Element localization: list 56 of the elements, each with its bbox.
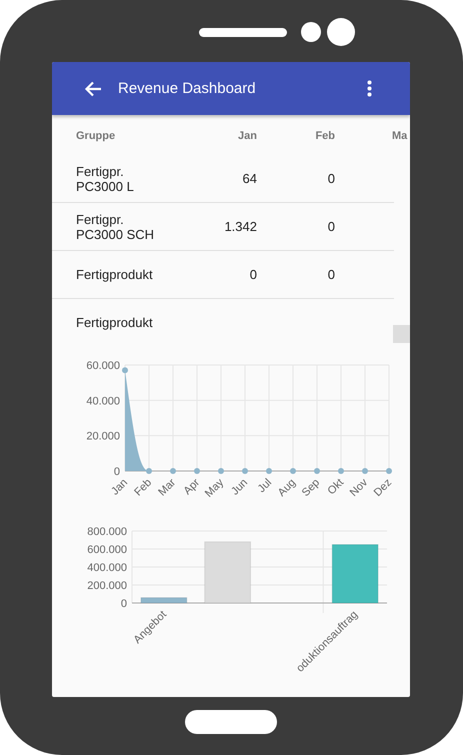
table-cell-text: 0: [326, 219, 335, 234]
data-point: [194, 468, 200, 474]
data-point: [146, 468, 152, 474]
data-point: [170, 468, 176, 474]
data-point: [314, 468, 320, 474]
home-button[interactable]: [185, 710, 277, 734]
back-button[interactable]: [84, 80, 102, 96]
axis-tick-label: 60.000: [86, 360, 120, 372]
table-cell-text: Fertigpr. PC3000 L: [76, 164, 135, 194]
data-point: [242, 468, 248, 474]
table-cell-text: Fertigprodukt: [76, 315, 154, 330]
axis-tick-label: Jul: [256, 476, 274, 496]
column-header: Gruppe: [76, 130, 116, 144]
axis-tick-label: 0: [120, 598, 127, 610]
data-point: [386, 468, 392, 474]
column-header: Jan: [237, 130, 257, 144]
table-cell-text: 64: [242, 171, 257, 186]
column-header: Ma: [392, 130, 408, 144]
axis-tick-label: 800.000: [87, 526, 127, 538]
axis-tick-label: 600.000: [87, 544, 127, 556]
bar: [332, 544, 379, 604]
axis-tick-label: 0: [114, 466, 120, 478]
table-cell-text: Fertigprodukt: [76, 267, 154, 282]
axis-tick-label: 400.000: [87, 562, 127, 574]
bar: [140, 597, 188, 604]
axis-tick-label: Mar: [156, 476, 178, 499]
data-point: [218, 468, 224, 474]
data-point: [338, 468, 344, 474]
table-cell-text: 0: [326, 267, 335, 282]
axis-tick-label: 20.000: [86, 430, 120, 443]
table-cell-text: Fertigpr. PC3000 SCH: [76, 212, 156, 242]
axis-tick-label: Jun: [229, 476, 250, 498]
axis-tick-label: Jan: [109, 476, 130, 498]
scrollbar-thumb[interactable]: [393, 325, 410, 343]
axis-tick-label: Feb: [132, 476, 154, 499]
axis-tick-label: Dez: [372, 476, 394, 499]
app-title: Revenue Dashboard: [118, 80, 257, 97]
axis-tick-label: Nov: [348, 476, 370, 499]
data-point: [122, 367, 128, 374]
more-menu-button[interactable]: [367, 80, 372, 97]
menu-dots-icon: [367, 80, 372, 97]
axis-tick-label: 40.000: [86, 395, 120, 408]
table-cell-text: 0: [326, 171, 335, 186]
data-point: [290, 468, 296, 474]
data-point: [266, 468, 272, 474]
axis-tick-label: Apr: [182, 476, 202, 498]
table-cell-text: 0: [248, 267, 257, 282]
column-header: Feb: [314, 130, 335, 144]
axis-tick-label: Sep: [300, 476, 322, 499]
axis-tick-label: Aug: [276, 476, 298, 499]
data-point: [362, 468, 368, 474]
table-cell-text: 1.342: [223, 219, 257, 234]
axis-tick-label: May: [202, 476, 226, 500]
axis-tick-label: Okt: [326, 476, 346, 498]
back-arrow-icon: [84, 80, 102, 96]
axis-tick-label: 200.000: [87, 580, 127, 592]
